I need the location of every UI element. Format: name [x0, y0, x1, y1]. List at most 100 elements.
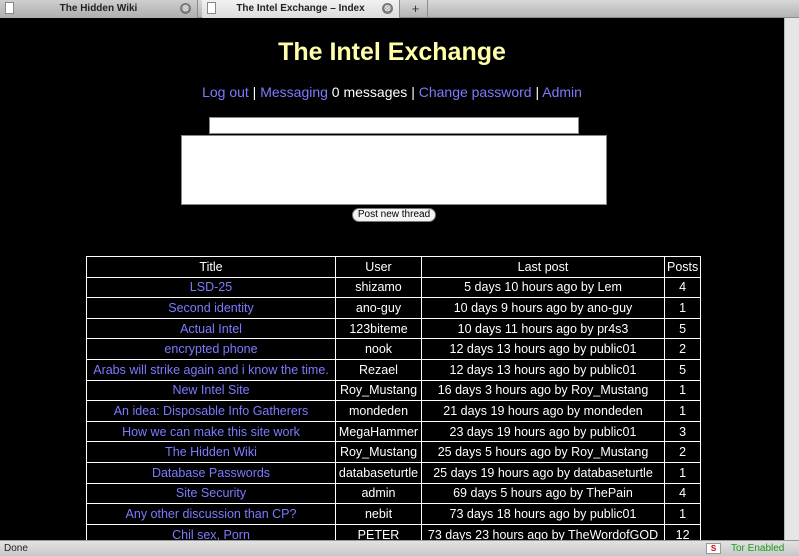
table-row: How we can make this site work MegaHammer…	[86, 420, 702, 443]
thread-user: MegaHammer	[335, 420, 422, 443]
logout-link[interactable]: Log out	[202, 84, 249, 100]
thread-subject-input[interactable]	[209, 117, 579, 134]
table-row: An idea: Disposable Info Gatherers monded…	[86, 400, 702, 422]
thread-post-count: 2	[663, 338, 702, 360]
thread-title-link[interactable]: Any other discussion than CP?	[126, 507, 297, 521]
document-icon	[207, 2, 216, 14]
admin-link[interactable]: Admin	[542, 84, 582, 100]
thread-last-post: 10 days 11 hours ago by pr4s3	[421, 317, 665, 340]
thread-user: PETER	[335, 523, 422, 540]
table-row: Chil sex, Porn PETER 73 days 23 hours ago …	[86, 523, 702, 540]
thread-title-link[interactable]: Actual Intel	[180, 322, 242, 336]
thread-title-cell: How we can make this site work	[86, 420, 336, 443]
table-row: LSD-25 shizamo 5 days 10 hours ago by Lem 4	[86, 276, 702, 299]
thread-post-count: 2	[663, 441, 702, 463]
browser-tab-strip: The Hidden Wiki ⊗ The Intel Exchange – I…	[0, 0, 799, 18]
thread-title-cell: Database Passwords	[86, 461, 336, 484]
thread-title-link[interactable]: Second identity	[168, 301, 253, 315]
thread-post-count: 1	[663, 379, 702, 402]
vertical-scrollbar[interactable]	[784, 18, 799, 540]
thread-title-cell: Second identity	[86, 297, 336, 319]
thread-user: nebit	[335, 503, 422, 525]
table-row: Database Passwords databaseturtle 25 days …	[86, 461, 702, 484]
thread-last-post: 25 days 19 hours ago by databaseturtle	[421, 461, 665, 484]
thread-user: Roy_Mustang	[335, 379, 422, 402]
thread-last-post: 69 days 5 hours ago by ThePain	[421, 482, 665, 505]
header-posts: Posts	[663, 256, 702, 278]
thread-post-count: 4	[663, 482, 702, 505]
thread-title-cell: Actual Intel	[86, 317, 336, 340]
thread-title-cell: New Intel Site	[86, 379, 336, 402]
thread-title-link[interactable]: An idea: Disposable Info Gatherers	[114, 404, 309, 418]
threads-table: Title User Last post Posts LSD-25 shizamo…	[86, 256, 702, 540]
thread-last-post: 5 days 10 hours ago by Lem	[421, 276, 665, 299]
thread-post-count: 1	[663, 297, 702, 319]
table-row: New Intel Site Roy_Mustang 16 days 3 hours…	[86, 379, 702, 402]
table-row: Second identity ano-guy 10 days 9 hours ag…	[86, 297, 702, 319]
table-header-row: Title User Last post Posts	[86, 256, 702, 278]
thread-title-link[interactable]: encrypted phone	[164, 342, 257, 356]
thread-title-cell: Chil sex, Porn	[86, 523, 336, 540]
tor-button-icon[interactable]: S	[706, 543, 721, 554]
thread-title-cell: Arabs will strike again and i know the t…	[86, 358, 336, 381]
close-tab-icon[interactable]: ⊗	[180, 3, 191, 14]
thread-last-post: 12 days 13 hours ago by public01	[421, 338, 665, 360]
change-password-link[interactable]: Change password	[419, 84, 532, 100]
thread-title-cell: LSD-25	[86, 276, 336, 299]
document-icon	[5, 2, 14, 14]
thread-user: mondeden	[335, 400, 422, 422]
thread-title-cell: The Hidden Wiki	[86, 441, 336, 463]
tab-title: The Intel Exchange – Index	[236, 3, 365, 14]
thread-body-textarea[interactable]	[181, 135, 607, 205]
thread-title-link[interactable]: New Intel Site	[172, 383, 249, 397]
thread-user: Rezael	[335, 358, 422, 381]
table-row: Actual Intel 123biteme 10 days 11 hours ag…	[86, 317, 702, 340]
thread-title-link[interactable]: Arabs will strike again and i know the t…	[93, 363, 329, 377]
thread-post-count: 1	[663, 503, 702, 525]
tab-hidden-wiki[interactable]: The Hidden Wiki ⊗	[0, 0, 198, 18]
thread-post-count: 5	[663, 317, 702, 340]
table-row: The Hidden Wiki Roy_Mustang 25 days 5 hour…	[86, 441, 702, 463]
header-user: User	[335, 256, 422, 278]
table-row: Site Security admin 69 days 5 hours ago by…	[86, 482, 702, 505]
new-tab-button[interactable]: +	[404, 0, 428, 18]
header-last-post: Last post	[421, 256, 665, 278]
tor-status: Tor Enabled	[731, 543, 785, 554]
thread-last-post: 16 days 3 hours ago by Roy_Mustang	[421, 379, 665, 402]
tab-intel-exchange[interactable]: The Intel Exchange – Index ⊗	[202, 0, 400, 18]
thread-title-link[interactable]: Database Passwords	[152, 466, 270, 480]
thread-user: ano-guy	[335, 297, 422, 319]
thread-last-post: 23 days 19 hours ago by public01	[421, 420, 665, 443]
messaging-link[interactable]: Messaging	[260, 84, 328, 100]
thread-post-count: 1	[663, 400, 702, 422]
site-title: The Intel Exchange	[278, 38, 506, 66]
thread-user: 123biteme	[335, 317, 422, 340]
nav-separator: |	[411, 84, 419, 100]
thread-last-post: 25 days 5 hours ago by Roy_Mustang	[421, 441, 665, 463]
user-nav: Log out | Messaging 0 messages | Change …	[0, 84, 784, 100]
thread-post-count: 5	[663, 358, 702, 381]
thread-title-link[interactable]: The Hidden Wiki	[165, 445, 257, 459]
messages-count: 0 messages	[327, 84, 412, 100]
nav-separator: |	[531, 84, 543, 100]
thread-last-post: 12 days 13 hours ago by public01	[421, 358, 665, 381]
thread-title-cell: Site Security	[86, 482, 336, 505]
table-row: Arabs will strike again and i know the t…	[86, 358, 702, 381]
thread-last-post: 21 days 19 hours ago by mondeden	[421, 400, 665, 422]
thread-title-link[interactable]: Chil sex, Porn	[172, 528, 250, 540]
thread-post-count: 4	[663, 276, 702, 299]
table-row: Any other discussion than CP? nebit 73 day…	[86, 503, 702, 525]
thread-title-cell: encrypted phone	[86, 338, 336, 360]
thread-title-link[interactable]: How we can make this site work	[122, 425, 300, 439]
thread-title-link[interactable]: LSD-25	[190, 280, 232, 294]
thread-last-post: 73 days 23 hours ago by TheWordofGOD	[421, 523, 665, 540]
thread-user: Roy_Mustang	[335, 441, 422, 463]
thread-user: admin	[335, 482, 422, 505]
thread-title-link[interactable]: Site Security	[176, 486, 246, 500]
post-new-thread-button[interactable]: Post new thread	[352, 208, 436, 222]
thread-user: databaseturtle	[335, 461, 422, 484]
close-tab-icon[interactable]: ⊗	[382, 3, 393, 14]
tab-title: The Hidden Wiki	[59, 3, 138, 14]
nav-separator: |	[248, 84, 261, 100]
thread-user: nook	[335, 338, 422, 360]
